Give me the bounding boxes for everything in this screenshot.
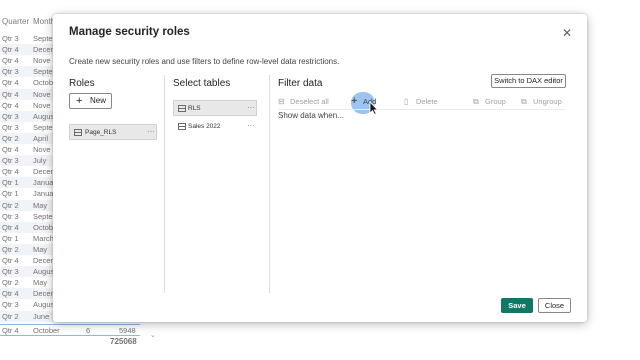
more-options-icon[interactable]: ··· [147,125,155,138]
trash-icon: ▯ [404,97,409,106]
table-item-rls[interactable]: RLS ··· [173,100,257,116]
table-item-sales-2022[interactable]: Sales 2022 ··· [173,119,257,135]
table-icon [178,105,186,112]
mouse-pointer-icon [369,101,379,115]
group-label: Group [485,97,506,106]
plus-icon: + [76,95,83,107]
ungroup-icon: ⧉ [521,97,527,106]
group-icon: ⧉ [473,97,479,106]
column-divider [269,75,270,293]
deselect-all-label: Deselect all [290,97,329,106]
dialog-description: Create new security roles and use filter… [69,57,340,66]
show-data-when-text: Show data when... [278,111,344,120]
role-item-label: Page_RLS [85,129,117,136]
manage-security-roles-dialog: Manage security roles ✕ Create new secur… [53,14,587,322]
close-button[interactable]: Close [538,298,571,313]
plus-icon: + [351,95,358,107]
role-item-page-rls[interactable]: Page_RLS ··· [69,124,157,140]
more-options-icon[interactable]: ··· [247,119,255,132]
delete-label: Delete [416,97,438,106]
close-icon[interactable]: ✕ [560,26,574,40]
role-icon [74,129,82,136]
table-item-label: Sales 2022 [188,123,221,130]
table-item-label: RLS [188,105,201,112]
select-tables-heading: Select tables [173,78,231,89]
new-role-label: New [90,96,107,105]
filter-data-heading: Filter data [278,78,323,89]
new-role-button[interactable]: + New [69,93,112,109]
deselect-icon: ⊟ [278,97,285,106]
dialog-title: Manage security roles [69,26,190,38]
switch-to-dax-editor-button[interactable]: Switch to DAX editor [491,74,566,88]
toolbar-divider [278,109,565,110]
save-button[interactable]: Save [501,298,533,313]
roles-heading: Roles [69,78,95,89]
table-icon [178,123,186,130]
more-options-icon[interactable]: ··· [247,101,255,114]
ungroup-label: Ungroup [533,97,562,106]
column-divider [164,75,165,293]
